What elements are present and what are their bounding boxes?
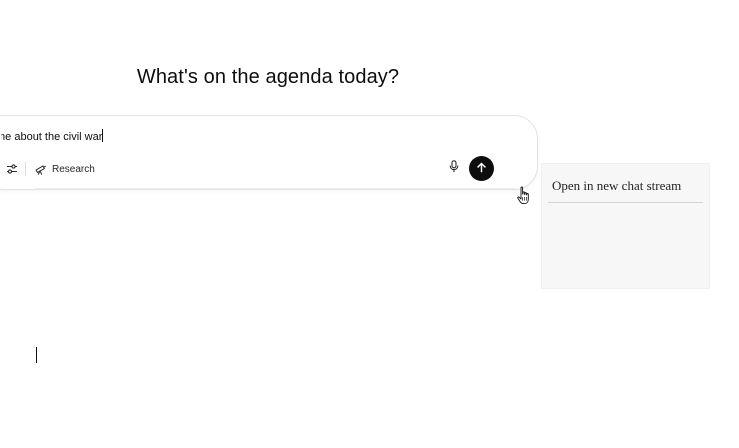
composer-toolbar: Research — [1, 156, 521, 181]
prompt-input-text: me about the civil war — [1, 131, 103, 143]
sliders-icon[interactable] — [4, 161, 20, 177]
telescope-icon — [34, 163, 47, 176]
send-button[interactable] — [469, 156, 494, 181]
text-caret — [36, 347, 37, 363]
page: What's on the agenda today? me about the… — [0, 0, 739, 448]
composer-bottom-edge — [35, 188, 515, 189]
arrow-up-icon — [476, 160, 487, 178]
menu-item-open-in-new-chat-stream[interactable]: Open in new chat stream — [552, 178, 702, 194]
chat-composer[interactable]: me about the civil war Research — [0, 115, 538, 190]
hand-pointer-icon — [516, 186, 532, 206]
prompt-input[interactable]: me about the civil war — [1, 128, 481, 146]
microphone-icon — [449, 160, 459, 178]
menu-divider — [548, 202, 703, 203]
research-button[interactable]: Research — [34, 159, 95, 179]
research-label: Research — [52, 163, 95, 175]
text-caret — [102, 129, 104, 142]
microphone-button[interactable] — [446, 160, 462, 178]
page-title: What's on the agenda today? — [136, 66, 400, 88]
composer-inner: me about the civil war Research — [1, 116, 537, 189]
context-menu: Open in new chat stream — [541, 163, 710, 289]
toolbar-divider — [25, 162, 26, 176]
